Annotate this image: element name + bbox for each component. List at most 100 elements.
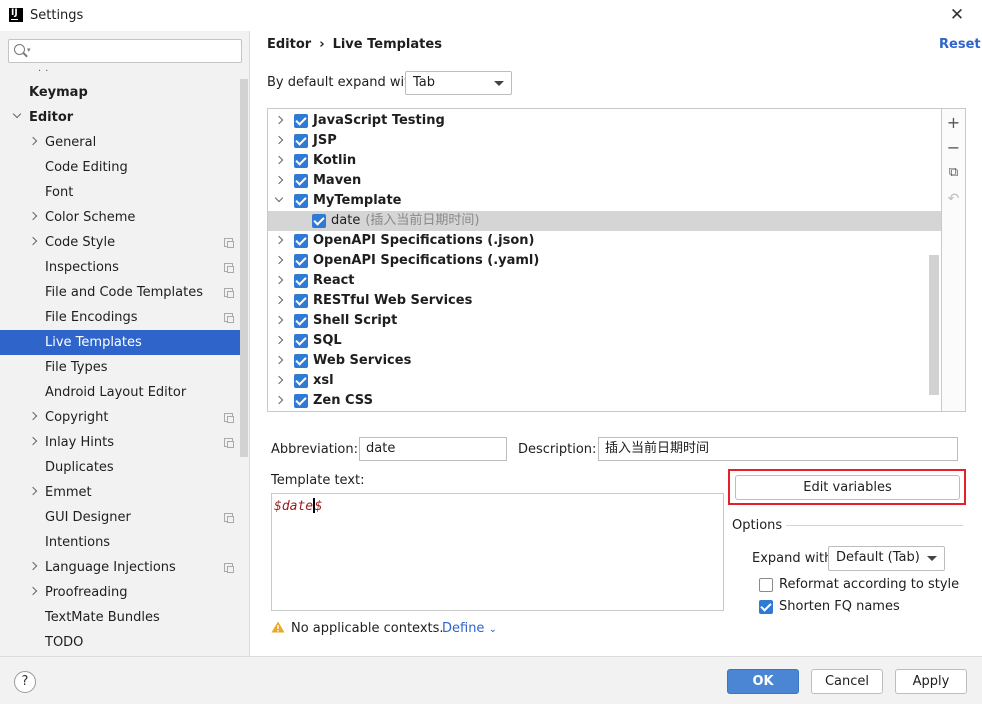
chevron-right-icon[interactable] — [28, 586, 38, 596]
template-group[interactable]: xsl — [268, 371, 941, 391]
chevron-right-icon[interactable] — [28, 136, 38, 146]
sidebar-item-file-and-code-templates[interactable]: File and Code Templates — [0, 280, 240, 305]
cancel-button[interactable]: Cancel — [811, 669, 883, 694]
template-checkbox[interactable] — [294, 374, 308, 388]
template-group[interactable]: SQL — [268, 331, 941, 351]
template-group[interactable]: Shell Script — [268, 311, 941, 331]
chevron-right-icon[interactable] — [274, 155, 284, 165]
search-input[interactable] — [35, 42, 235, 60]
sidebar-item-font[interactable]: Font — [0, 180, 240, 205]
template-checkbox[interactable] — [294, 194, 308, 208]
default-expand-select[interactable]: Tab — [405, 71, 512, 95]
abbreviation-field[interactable]: date — [359, 437, 507, 461]
chevron-right-icon[interactable] — [28, 411, 38, 421]
template-checkbox[interactable] — [294, 314, 308, 328]
sidebar-item-keymap[interactable]: Keymap — [0, 80, 240, 105]
sidebar-item-duplicates[interactable]: Duplicates — [0, 455, 240, 480]
chevron-right-icon[interactable] — [274, 235, 284, 245]
sidebar-item-copyright[interactable]: Copyright — [0, 405, 240, 430]
template-group[interactable]: JSP — [268, 131, 941, 151]
sidebar-item-language-injections[interactable]: Language Injections — [0, 555, 240, 580]
template-checkbox[interactable] — [294, 394, 308, 408]
chevron-right-icon[interactable] — [28, 211, 38, 221]
sidebar-item-intentions[interactable]: Intentions — [0, 530, 240, 555]
sidebar-item-code-style[interactable]: Code Style — [0, 230, 240, 255]
chevron-right-icon[interactable] — [274, 295, 284, 305]
add-icon[interactable]: + — [942, 111, 965, 135]
chevron-right-icon[interactable] — [274, 275, 284, 285]
template-group[interactable]: Kotlin — [268, 151, 941, 171]
chevron-right-icon[interactable] — [274, 355, 284, 365]
sidebar-item-editor[interactable]: Editor — [0, 105, 240, 130]
sidebar-item-inspections[interactable]: Inspections — [0, 255, 240, 280]
close-icon[interactable]: ✕ — [946, 4, 968, 26]
edit-variables-button[interactable]: Edit variables — [735, 475, 960, 500]
template-checkbox[interactable] — [294, 134, 308, 148]
sidebar-item-code-editing[interactable]: Code Editing — [0, 155, 240, 180]
chevron-right-icon[interactable] — [274, 135, 284, 145]
chevron-down-icon[interactable] — [12, 109, 22, 119]
sidebar-item-proofreading[interactable]: Proofreading — [0, 580, 240, 605]
chevron-right-icon[interactable] — [274, 335, 284, 345]
chevron-right-icon[interactable] — [274, 115, 284, 125]
template-checkbox[interactable] — [294, 274, 308, 288]
template-checkbox[interactable] — [294, 114, 308, 128]
chevron-right-icon[interactable] — [28, 236, 38, 246]
ok-button[interactable]: OK — [727, 669, 799, 694]
template-checkbox[interactable] — [294, 334, 308, 348]
template-group[interactable]: React — [268, 271, 941, 291]
sidebar-item-general[interactable]: General — [0, 130, 240, 155]
sidebar-item-emmet[interactable]: Emmet — [0, 480, 240, 505]
search-options-icon[interactable]: ▾ — [27, 46, 31, 54]
template-group[interactable]: Zen CSS — [268, 391, 941, 411]
templates-scrollbar[interactable] — [929, 255, 939, 395]
template-text-editor[interactable]: $date $ — [271, 493, 724, 611]
chevron-right-icon[interactable] — [274, 375, 284, 385]
chevron-down-icon[interactable] — [274, 193, 284, 203]
template-group[interactable]: JavaScript Testing — [268, 111, 941, 131]
help-button[interactable]: ? — [14, 671, 36, 693]
description-field[interactable]: 插入当前日期时间 — [598, 437, 958, 461]
chevron-right-icon[interactable] — [274, 175, 284, 185]
sidebar-item-android-layout-editor[interactable]: Android Layout Editor — [0, 380, 240, 405]
template-group[interactable]: Web Services — [268, 351, 941, 371]
chevron-right-icon[interactable] — [28, 561, 38, 571]
chevron-right-icon[interactable] — [28, 486, 38, 496]
sidebar-item-live-templates[interactable]: Live Templates — [0, 330, 240, 355]
template-checkbox[interactable] — [294, 354, 308, 368]
chevron-right-icon[interactable] — [274, 395, 284, 405]
reset-link[interactable]: Reset — [939, 37, 981, 52]
template-checkbox[interactable] — [294, 234, 308, 248]
template-group[interactable]: RESTful Web Services — [268, 291, 941, 311]
sidebar-item-file-types[interactable]: File Types — [0, 355, 240, 380]
chevron-right-icon[interactable] — [274, 315, 284, 325]
sidebar-item-file-encodings[interactable]: File Encodings — [0, 305, 240, 330]
template-group[interactable]: OpenAPI Specifications (.yaml) — [268, 251, 941, 271]
sidebar-item-todo[interactable]: TODO — [0, 630, 240, 655]
template-group[interactable]: OpenAPI Specifications (.json) — [268, 231, 941, 251]
restore-icon[interactable]: ↶ — [942, 187, 965, 211]
template-checkbox[interactable] — [294, 174, 308, 188]
chevron-right-icon[interactable] — [28, 436, 38, 446]
template-item[interactable]: date (插入当前日期时间) — [268, 211, 941, 231]
template-checkbox[interactable] — [294, 294, 308, 308]
apply-button[interactable]: Apply — [895, 669, 967, 694]
sidebar-scrollbar[interactable] — [240, 79, 248, 457]
define-contexts-link[interactable]: Define ⌄ — [442, 621, 497, 636]
shorten-fq-checkbox[interactable] — [759, 600, 773, 614]
copy-icon[interactable]: ⧉ — [942, 161, 965, 185]
remove-icon[interactable]: − — [942, 136, 965, 160]
sidebar-item-color-scheme[interactable]: Color Scheme — [0, 205, 240, 230]
sidebar-item-inlay-hints[interactable]: Inlay Hints — [0, 430, 240, 455]
template-group[interactable]: MyTemplate — [268, 191, 941, 211]
chevron-right-icon[interactable] — [274, 255, 284, 265]
reformat-checkbox[interactable] — [759, 578, 773, 592]
template-checkbox[interactable] — [294, 154, 308, 168]
sidebar-item-textmate-bundles[interactable]: TextMate Bundles — [0, 605, 240, 630]
settings-search[interactable]: ▾ — [8, 39, 242, 63]
sidebar-item-gui-designer[interactable]: GUI Designer — [0, 505, 240, 530]
template-checkbox[interactable] — [294, 254, 308, 268]
template-checkbox[interactable] — [312, 214, 326, 228]
template-group[interactable]: Maven — [268, 171, 941, 191]
expand-with-select[interactable]: Default (Tab) — [828, 546, 945, 571]
